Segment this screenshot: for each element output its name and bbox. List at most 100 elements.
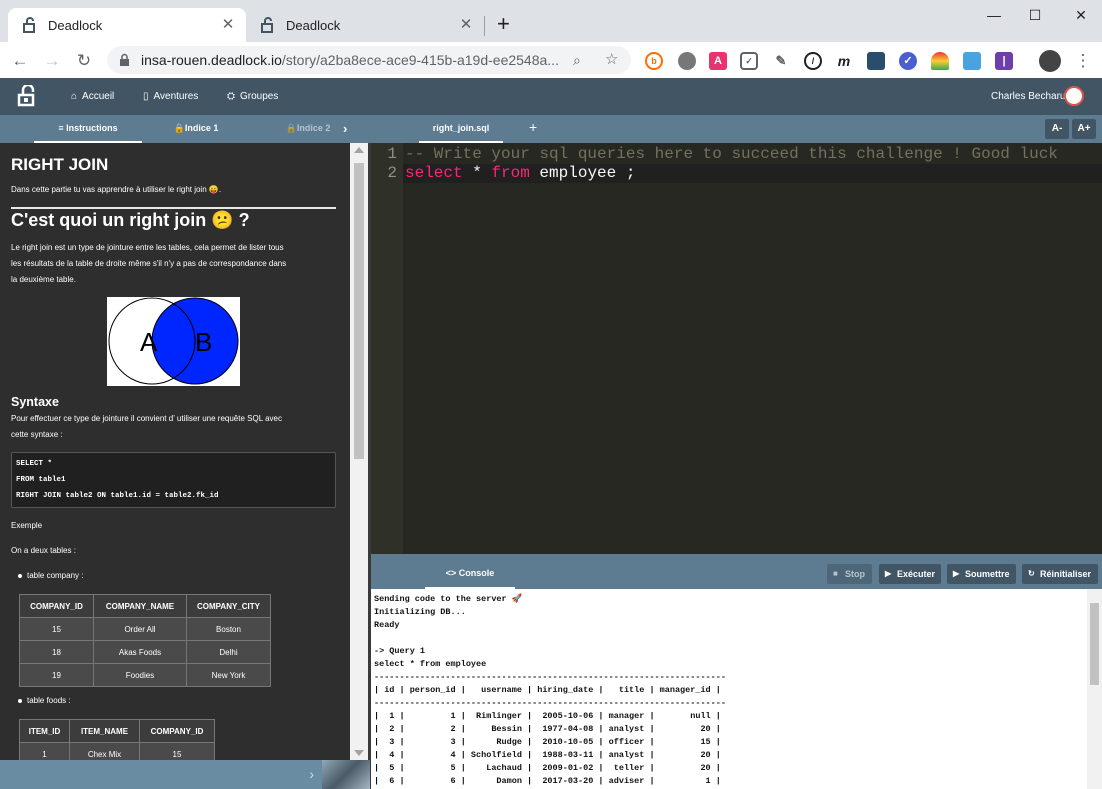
table-cell: New York — [186, 663, 271, 687]
syntax-title: Syntaxe — [11, 395, 59, 409]
pocket-icon[interactable]: ✓ — [740, 52, 758, 70]
font-increase-button[interactable]: A+ — [1072, 119, 1096, 139]
profile-avatar[interactable] — [1039, 50, 1061, 72]
code-line-current: select * from employee ; — [403, 164, 1102, 183]
address-bar[interactable]: insa-rouen.deadlock.io/story/a2ba8ece-ac… — [107, 46, 631, 74]
console-line: ----------------------------------------… — [374, 672, 726, 682]
line-gutter: 1 2 — [371, 143, 403, 554]
table-header: COMPANY_NAME — [93, 594, 187, 618]
browser-tab-active[interactable]: Deadlock ✕ — [8, 8, 246, 42]
run-button[interactable]: ▶ Exécuter — [879, 564, 941, 584]
deadlock-favicon-icon — [22, 17, 38, 33]
line-number: 1 — [387, 145, 397, 163]
reload-icon[interactable]: ↻ — [74, 51, 94, 71]
line-number: 2 — [387, 164, 397, 182]
browser-tab-title: Deadlock — [286, 17, 341, 33]
url-text: insa-rouen.deadlock.io/story/a2ba8ece-ac… — [141, 52, 559, 68]
example-label: Exemple — [11, 521, 43, 530]
extension-icon[interactable] — [867, 52, 885, 70]
app-navbar: ⌂ Accueil ▯ Aventures ⛭ Groupes Charles Bec… — [0, 78, 1102, 115]
tab-console[interactable]: <> Console — [425, 560, 515, 589]
minimize-icon[interactable]: — — [979, 4, 1009, 26]
console-line: | 5 | 5 | Lachaud | 2009-01-02 | teller … — [374, 763, 721, 773]
table-cell: Akas Foods — [93, 640, 187, 664]
add-file-icon[interactable]: + — [529, 119, 537, 135]
description-line: Le right join est un type de jointure en… — [11, 243, 284, 252]
tab-hint-2[interactable]: 🔒Indice 2 — [268, 115, 348, 143]
browser-tab-title: Deadlock — [48, 17, 103, 33]
stop-button[interactable]: ■ Stop — [827, 564, 872, 584]
close-window-icon[interactable]: ✕ — [1066, 4, 1096, 26]
table-cell: 19 — [19, 663, 94, 687]
extension-icon[interactable] — [963, 52, 981, 70]
console-line: | 2 | 2 | Bessin | 1977-04-08 | analyst … — [374, 724, 721, 734]
search-icon[interactable]: ⌕ — [573, 46, 581, 74]
code-line: FROM table1 — [16, 476, 66, 484]
lock-icon: 🔒 — [285, 123, 297, 133]
foods-table: ITEM_ID ITEM_NAME COMPANY_ID 1 Chex Mix … — [19, 719, 215, 760]
table-cell: Foodies — [93, 663, 187, 687]
browser-tab[interactable]: Deadlock ✕ — [246, 8, 484, 42]
nav-home[interactable]: ⌂ Accueil — [71, 78, 114, 115]
new-tab-button[interactable]: + — [497, 11, 510, 37]
syntax-text: cette syntaxe : — [11, 430, 63, 439]
code-line: RIGHT JOIN table2 ON table1.id = table2.… — [16, 492, 219, 500]
scrollbar-thumb[interactable] — [1090, 603, 1099, 685]
instructions-panel: RIGHT JOIN Dans cette partie tu vas appr… — [0, 143, 350, 760]
list-icon: ≡ — [58, 123, 67, 133]
deadlock-favicon-icon — [260, 17, 276, 33]
tab-separator — [484, 16, 485, 36]
console-line: select * from employee — [374, 659, 487, 669]
book-icon: ▯ — [143, 91, 149, 102]
instructions-scrollbar[interactable] — [350, 143, 368, 760]
sql-editor[interactable]: 1 2 -- Write your sql queries here to su… — [371, 143, 1102, 554]
table-cell: 1 — [19, 742, 70, 760]
close-tab-icon[interactable]: ✕ — [458, 17, 474, 33]
reset-button[interactable]: ↻ Réinitialiser — [1022, 564, 1098, 584]
user-avatar[interactable] — [1064, 86, 1084, 106]
console-line: Ready — [374, 620, 400, 630]
chevron-right-icon[interactable]: › — [309, 766, 314, 782]
scrollbar-thumb[interactable] — [354, 163, 364, 459]
forward-icon[interactable]: → — [42, 51, 62, 71]
extension-icon[interactable]: | — [995, 52, 1013, 70]
deadlock-logo[interactable] — [16, 85, 38, 107]
nav-groups[interactable]: ⛭ Groupes — [227, 78, 278, 115]
extension-icon[interactable]: m — [835, 52, 853, 70]
table-cell: Chex Mix — [69, 742, 140, 760]
user-name[interactable]: Charles Becharu — [991, 78, 1065, 115]
console-line: Sending code to the server 🚀 — [374, 594, 523, 604]
bookmark-star-icon[interactable]: ☆ — [605, 46, 618, 74]
extension-icon[interactable]: b — [645, 52, 663, 70]
extension-icon[interactable]: A — [709, 52, 727, 70]
font-decrease-button[interactable]: A- — [1045, 119, 1069, 139]
nav-adventures[interactable]: ▯ Aventures — [143, 78, 198, 115]
tab-file[interactable]: right_join.sql — [419, 115, 503, 143]
scroll-up-icon[interactable] — [354, 147, 364, 153]
console-line: | id | person_id | username | hiring_dat… — [374, 685, 721, 695]
console-scrollbar[interactable] — [1087, 589, 1102, 789]
extension-icon[interactable]: ✎ — [772, 52, 790, 70]
section-title: C'est quoi un right join 😕 ? — [11, 210, 250, 230]
table-row: 19 Foodies New York — [19, 663, 271, 687]
table-row: 15 Order All Boston — [19, 617, 271, 641]
workspace-tabs: ≡ Instructions 🔒Indice 1 🔒Indice 2 › rig… — [0, 115, 1102, 143]
extension-icon[interactable] — [678, 52, 696, 70]
console-line: | 4 | 4 | Scholfield | 1988-03-11 | anal… — [374, 750, 721, 760]
tab-hint-1[interactable]: 🔒Indice 1 — [150, 115, 242, 143]
menu-dots-icon[interactable]: ⋮ — [1073, 51, 1093, 71]
extension-icon[interactable]: ✓ — [899, 52, 917, 70]
back-icon[interactable]: ← — [10, 51, 30, 71]
scroll-down-icon[interactable] — [354, 750, 364, 756]
description-line: la deuxième table. — [11, 275, 76, 284]
maximize-icon[interactable]: ☐ — [1020, 4, 1050, 26]
close-tab-icon[interactable]: ✕ — [220, 17, 236, 33]
home-icon: ⌂ — [71, 91, 78, 102]
submit-button[interactable]: ▶ Soumettre — [947, 564, 1016, 584]
table-row: 1 Chex Mix 15 — [19, 742, 215, 760]
tab-instructions[interactable]: ≡ Instructions — [34, 115, 142, 143]
chevron-right-icon[interactable]: › — [343, 121, 347, 136]
extension-icon[interactable]: / — [804, 52, 822, 70]
extension-icon[interactable] — [931, 52, 949, 70]
